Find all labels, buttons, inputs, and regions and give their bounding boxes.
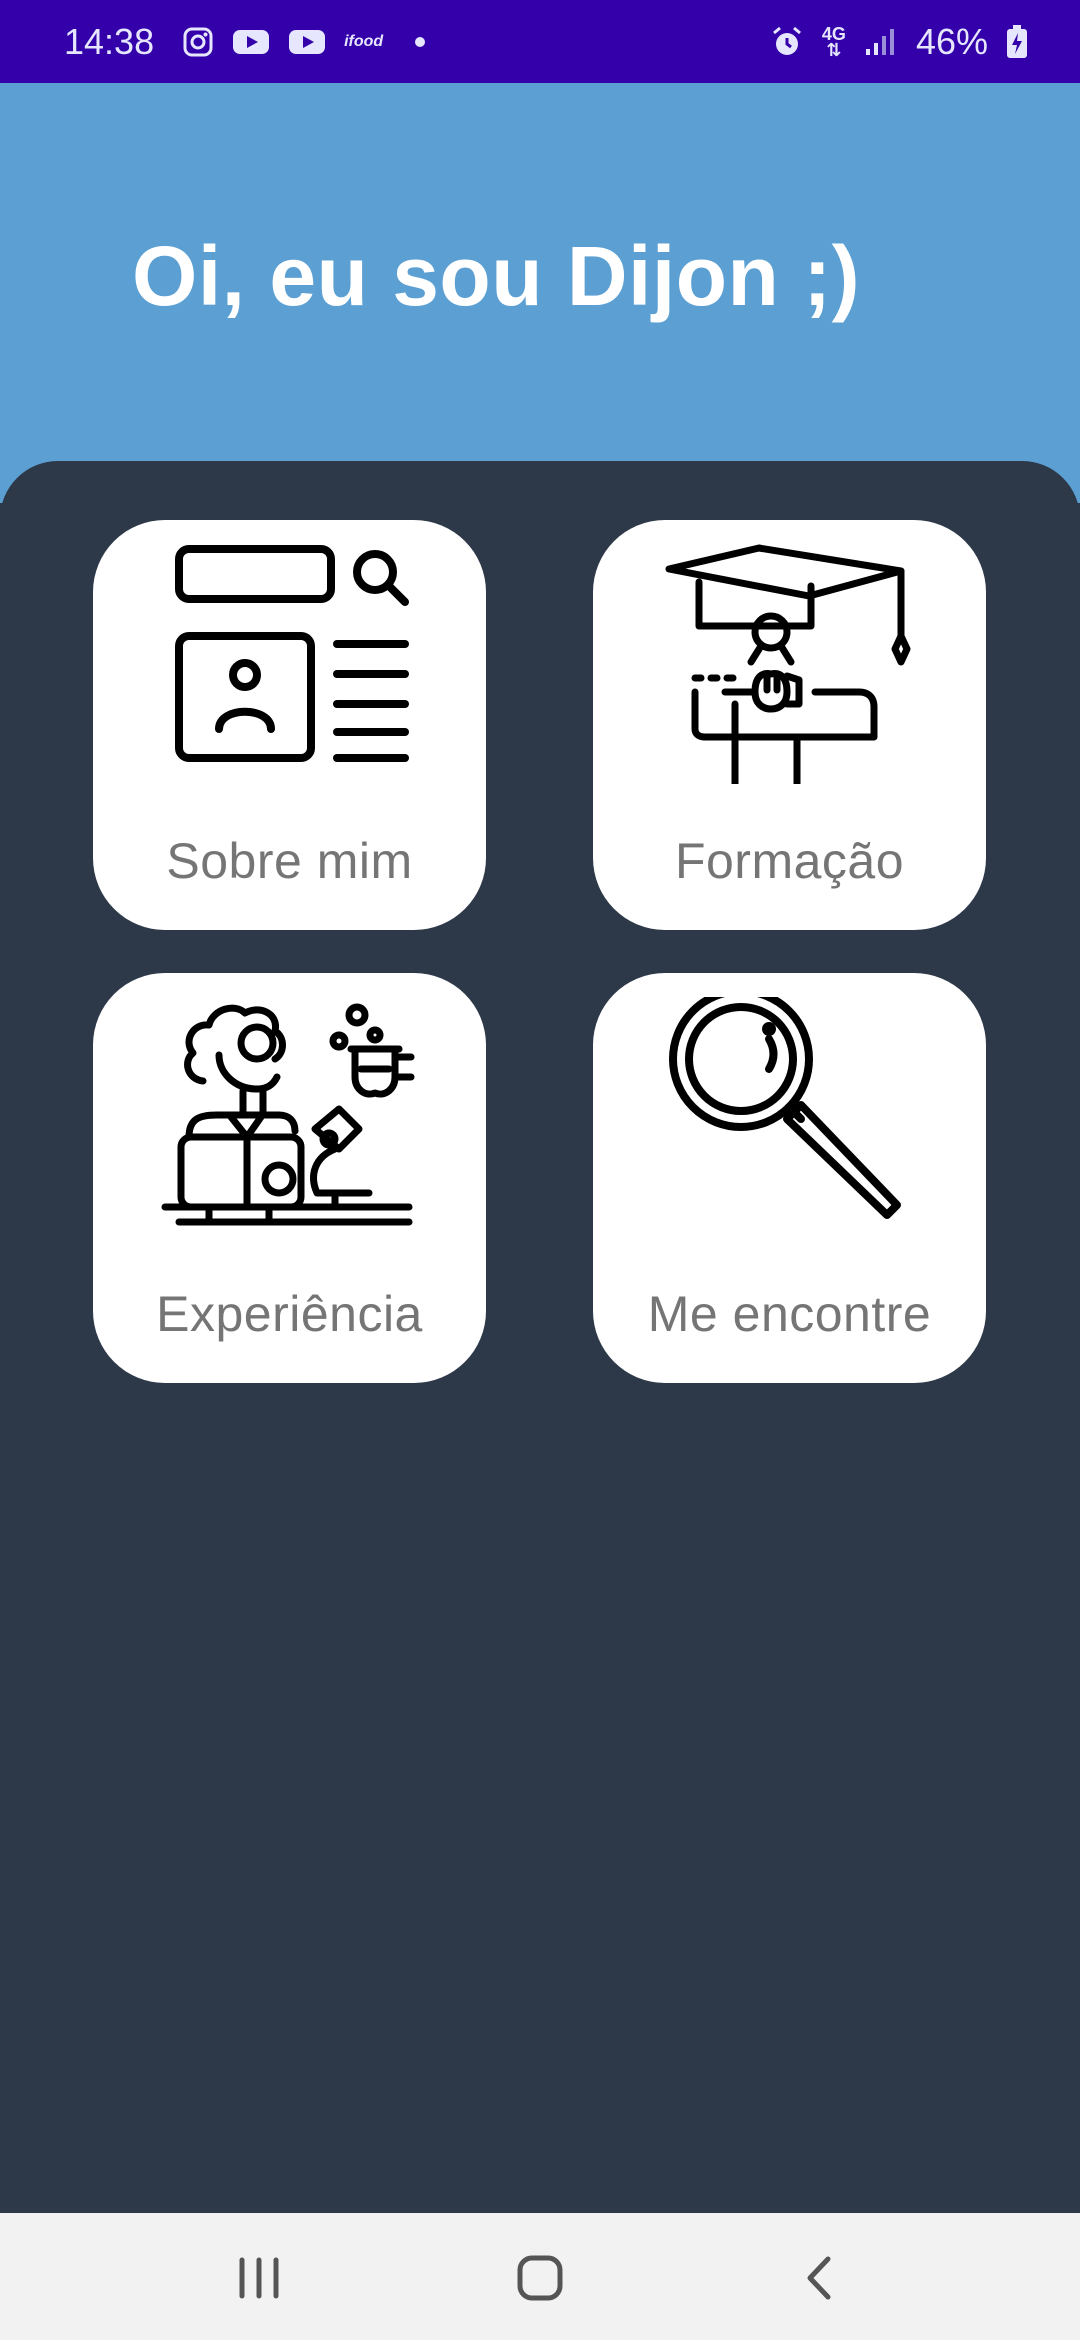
battery-percent: 46% bbox=[915, 20, 988, 62]
alarm-icon bbox=[770, 25, 804, 59]
battery-charging-icon bbox=[1006, 24, 1028, 59]
card-label-formacao: Formação bbox=[674, 833, 905, 889]
card-label-sobre-mim: Sobre mim bbox=[166, 833, 413, 889]
status-bar: 14:38 ifood 4G ⇅ 46% bbox=[0, 0, 1080, 83]
signal-icon bbox=[864, 27, 898, 57]
status-time: 14:38 bbox=[64, 20, 155, 62]
card-formacao[interactable]: Formação bbox=[593, 520, 986, 930]
instagram-icon bbox=[182, 26, 214, 58]
status-bar-right: 4G ⇅ 46% bbox=[770, 21, 1028, 63]
page-title: Oi, eu sou Dijon ;) bbox=[132, 229, 861, 323]
main-panel: Sobre mim Formação Experiência Me encont… bbox=[0, 461, 1080, 2213]
youtube-icon bbox=[288, 28, 326, 56]
status-bar-left: 14:38 ifood bbox=[64, 20, 426, 63]
card-experiencia[interactable]: Experiência bbox=[93, 973, 486, 1383]
graduation-icon bbox=[665, 544, 911, 784]
data-arrows-icon: ⇅ bbox=[826, 39, 842, 60]
magnifier-icon bbox=[669, 997, 901, 1219]
network-type: 4G ⇅ bbox=[822, 25, 846, 60]
youtube-icon bbox=[232, 28, 270, 56]
profile-card-icon bbox=[175, 545, 409, 762]
card-label-me-encontre: Me encontre bbox=[647, 1286, 932, 1342]
scientist-icon bbox=[161, 1003, 415, 1226]
dot-icon bbox=[415, 36, 426, 47]
card-sobre-mim[interactable]: Sobre mim bbox=[93, 520, 486, 930]
home-icon[interactable] bbox=[505, 2243, 575, 2313]
header: Oi, eu sou Dijon ;) bbox=[0, 83, 1080, 503]
system-nav-bar bbox=[0, 2213, 1080, 2340]
ifood-icon: ifood bbox=[344, 32, 384, 50]
recents-icon[interactable] bbox=[224, 2243, 294, 2313]
back-icon[interactable] bbox=[785, 2243, 855, 2313]
card-label-experiencia: Experiência bbox=[156, 1286, 423, 1342]
card-me-encontre[interactable]: Me encontre bbox=[593, 973, 986, 1383]
